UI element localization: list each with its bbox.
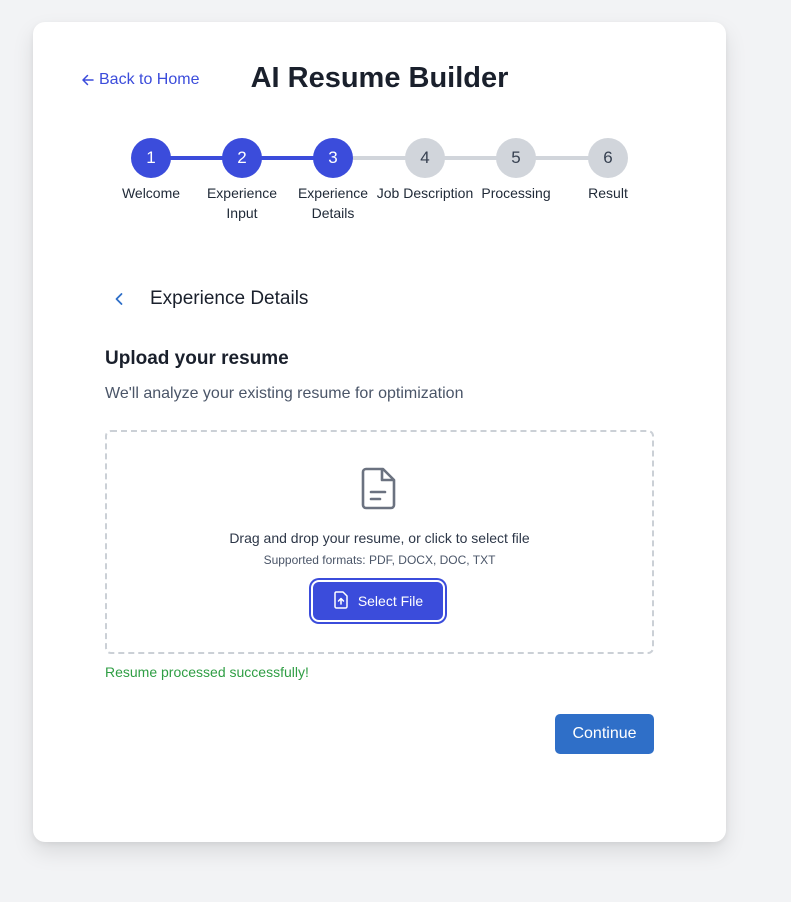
- success-message: Resume processed successfully!: [105, 664, 309, 680]
- step-circle-3[interactable]: 3: [313, 138, 353, 178]
- step-label-4: Job Description: [376, 185, 474, 201]
- document-icon: [361, 466, 397, 515]
- chevron-left-icon[interactable]: [111, 291, 127, 307]
- supported-formats: Supported formats: PDF, DOCX, DOC, TXT: [263, 553, 496, 567]
- step-label-6: Result: [588, 185, 628, 201]
- section-title: Experience Details: [150, 288, 309, 309]
- file-dropzone[interactable]: Drag and drop your resume, or click to s…: [105, 430, 654, 654]
- dropzone-instructions: Drag and drop your resume, or click to s…: [229, 530, 530, 546]
- step-circle-5[interactable]: 5: [496, 138, 536, 178]
- step-circle-4[interactable]: 4: [405, 138, 445, 178]
- step-circle-1[interactable]: 1: [131, 138, 171, 178]
- select-file-button[interactable]: Select File: [313, 582, 443, 620]
- step-label-5: Processing: [481, 185, 551, 201]
- resume-builder-card: Back to Home AI Resume Builder 1 Welcome 2…: [33, 22, 726, 842]
- step-label-1: Welcome: [121, 185, 181, 201]
- upload-title: Upload your resume: [105, 348, 289, 369]
- upload-description: We'll analyze your existing resume for o…: [105, 385, 464, 402]
- section-header: Experience Details: [111, 288, 308, 310]
- step-circle-2[interactable]: 2: [222, 138, 262, 178]
- progress-stepper: 1 Welcome 2 Experience Input 3 Experience Det…: [33, 22, 726, 242]
- step-label-2: Experience Input: [206, 185, 278, 221]
- select-file-label: Select File: [357, 593, 424, 609]
- continue-button[interactable]: Continue: [555, 714, 654, 754]
- step-label-3: Experience Details: [297, 185, 369, 221]
- step-circle-6[interactable]: 6: [588, 138, 628, 178]
- file-upload-icon: [333, 590, 349, 612]
